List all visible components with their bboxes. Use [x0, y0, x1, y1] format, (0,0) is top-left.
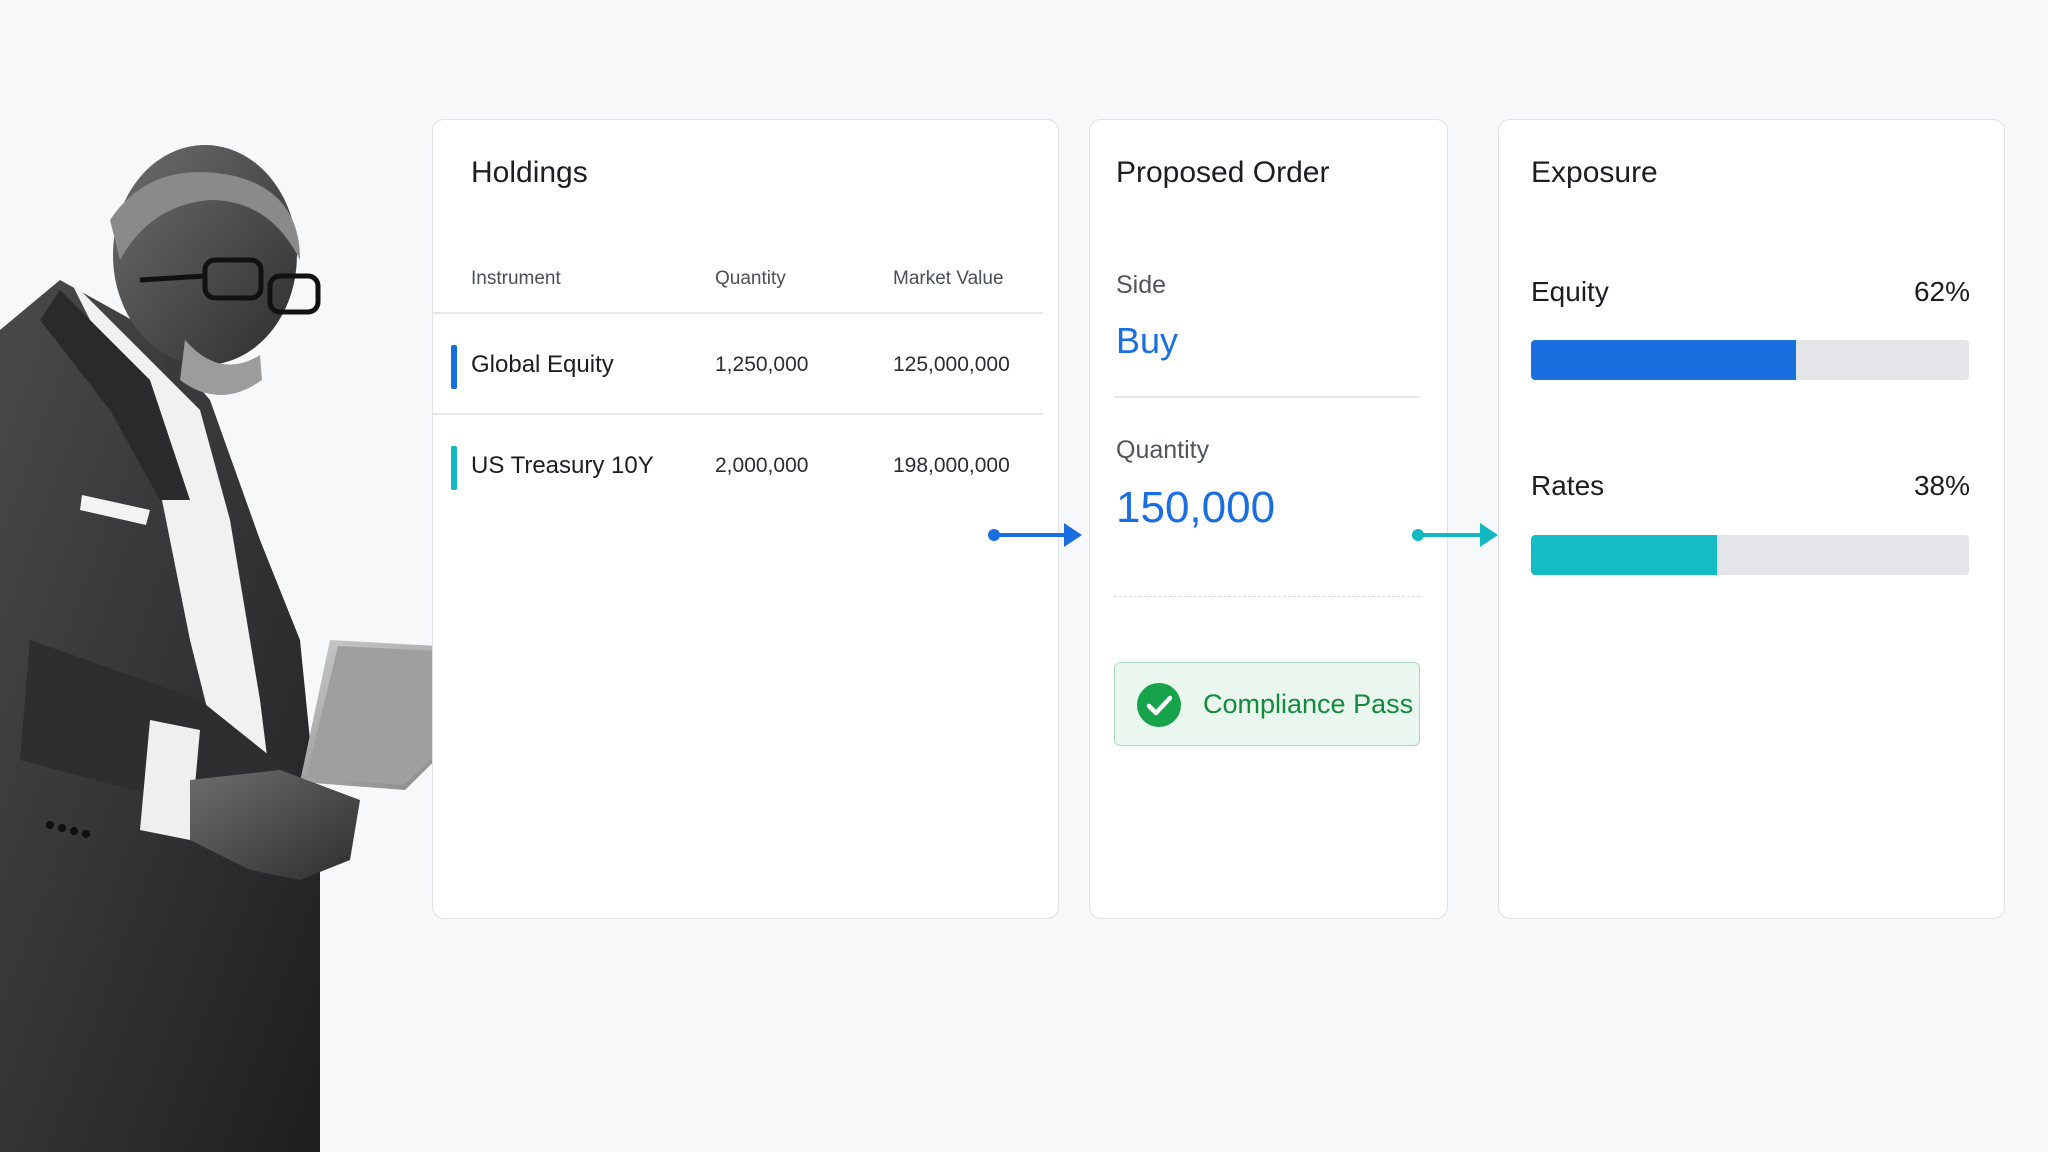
holdings-title: Holdings — [471, 156, 588, 189]
arrow-right-icon — [988, 523, 1082, 547]
arrow-right-icon — [1412, 523, 1498, 547]
order-divider — [1114, 396, 1420, 398]
quantity-cell: 2,000,000 — [715, 454, 809, 477]
market-value-cell: 198,000,000 — [893, 454, 1010, 477]
market-value-cell: 125,000,000 — [893, 353, 1010, 376]
exposure-label-equity: Equity — [1531, 276, 1609, 307]
table-row[interactable]: Global Equity 1,250,000 125,000,000 — [433, 315, 1043, 415]
instrument-name: Global Equity — [471, 351, 614, 378]
row-accent-bar — [451, 345, 457, 389]
exposure-fill-rates — [1531, 535, 1718, 575]
compliance-pass-text: Compliance Pass — [1203, 689, 1414, 719]
compliance-pass-badge: Compliance Pass — [1114, 662, 1420, 746]
holdings-card: Holdings Instrument Quantity Market Valu… — [432, 119, 1059, 919]
exposure-pct-rates: 38% — [1913, 470, 1970, 501]
quantity-value[interactable]: 150,000 — [1116, 483, 1275, 533]
row-accent-bar — [451, 446, 457, 490]
exposure-fill-equity — [1531, 340, 1796, 380]
quantity-cell: 1,250,000 — [715, 353, 809, 376]
side-value[interactable]: Buy — [1116, 320, 1178, 362]
order-title: Proposed Order — [1116, 156, 1330, 189]
exposure-pct-equity: 62% — [1913, 276, 1970, 307]
check-circle-icon — [1137, 683, 1181, 727]
exposure-title: Exposure — [1531, 156, 1658, 189]
dashed-divider — [1114, 596, 1420, 597]
proposed-order-card: Proposed Order Side Buy Quantity 150,000… — [1089, 119, 1448, 919]
arrow-head — [1064, 523, 1082, 547]
exposure-card: Exposure Equity 62% Rates 38% — [1498, 119, 2005, 919]
column-header-market-value: Market Value — [893, 268, 1004, 289]
column-header-quantity: Quantity — [715, 268, 786, 289]
arrow-head — [1480, 523, 1498, 547]
exposure-bar-rates — [1531, 535, 1969, 575]
row-divider — [433, 413, 1043, 415]
exposure-bar-equity — [1531, 340, 1969, 380]
table-row[interactable]: US Treasury 10Y 2,000,000 198,000,000 — [433, 416, 1043, 516]
instrument-name: US Treasury 10Y — [471, 452, 654, 479]
side-label: Side — [1116, 271, 1167, 299]
quantity-label: Quantity — [1116, 436, 1210, 464]
header-divider — [433, 312, 1043, 314]
exposure-label-rates: Rates — [1531, 470, 1605, 501]
column-header-instrument: Instrument — [471, 268, 561, 289]
